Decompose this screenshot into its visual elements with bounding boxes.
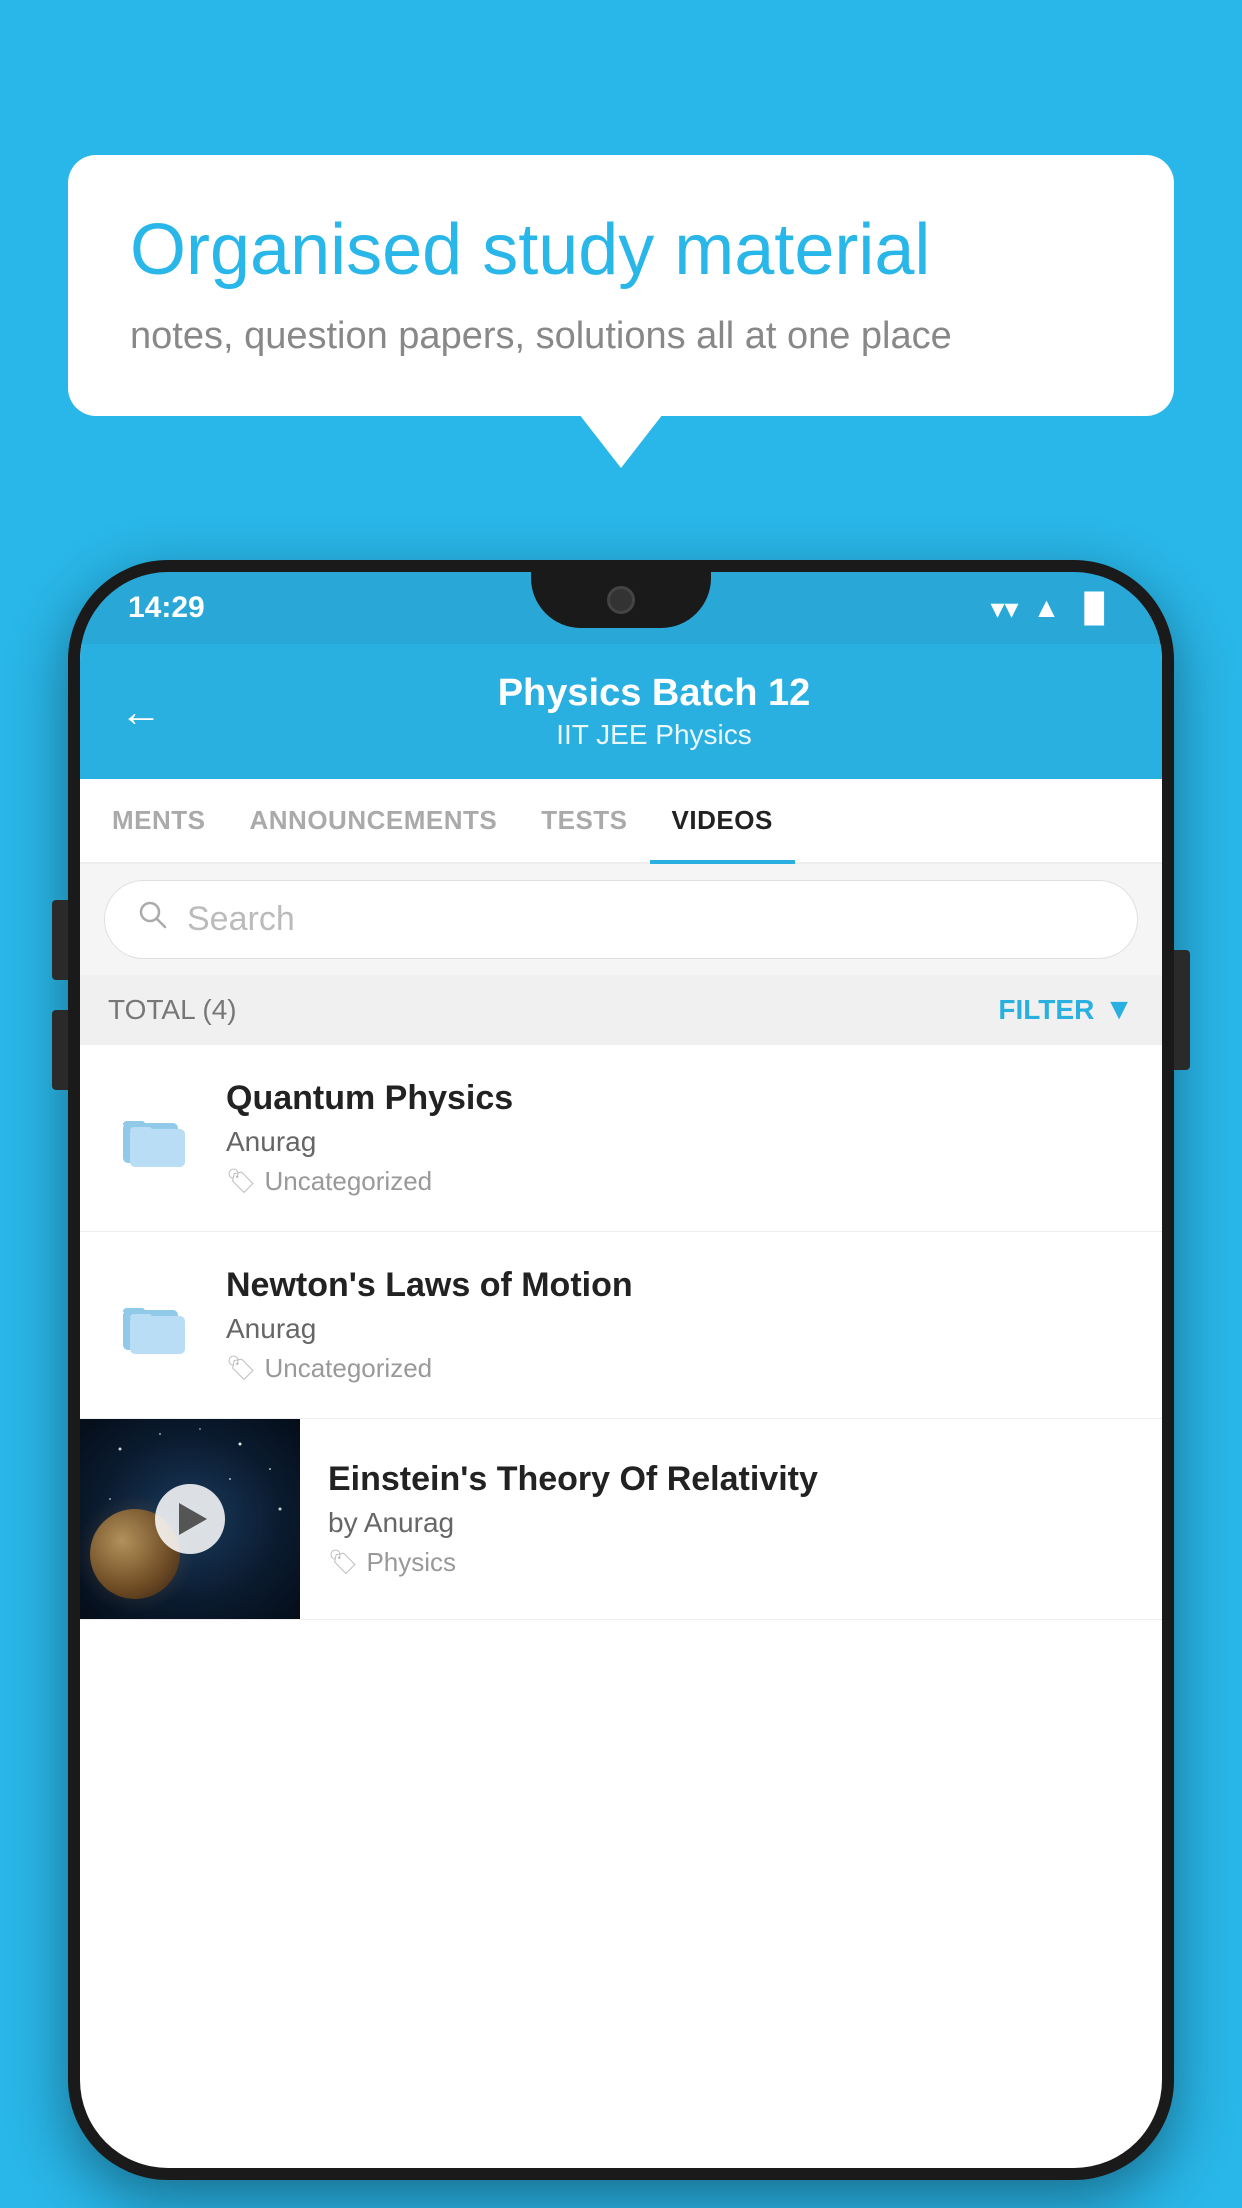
tabs-bar: MENTS ANNOUNCEMENTS TESTS VIDEOS [80,779,1162,864]
tag-icon: 🏷 [226,1354,256,1383]
play-button[interactable] [155,1484,225,1554]
video-thumbnail [80,1419,300,1619]
filter-icon: ▼ [1104,993,1134,1027]
tab-videos[interactable]: VIDEOS [650,779,795,862]
tag-label: Uncategorized [264,1353,432,1384]
video-title: Einstein's Theory Of Relativity [328,1460,1134,1499]
batch-subtitle: IIT JEE Physics [186,719,1122,751]
phone-button-vol-up [52,900,68,980]
video-author: by Anurag [328,1507,1134,1539]
video-list: Quantum Physics Anurag 🏷 Uncategorized [80,1045,1162,1620]
list-item[interactable]: Quantum Physics Anurag 🏷 Uncategorized [80,1045,1162,1232]
tag-icon: 🏷 [226,1167,256,1196]
phone-button-power [1174,950,1190,1070]
video-info: Quantum Physics Anurag 🏷 Uncategorized [226,1079,1134,1197]
bubble-subtitle: notes, question papers, solutions all at… [130,315,1112,358]
battery-icon: ▐▌ [1074,592,1114,624]
filter-label: FILTER [998,994,1094,1026]
list-item[interactable]: Einstein's Theory Of Relativity by Anura… [80,1419,1162,1620]
notch [531,572,711,628]
app-header: ← Physics Batch 12 IIT JEE Physics [80,644,1162,779]
play-icon [179,1503,207,1535]
back-button[interactable]: ← [120,688,162,736]
speech-bubble: Organised study material notes, question… [68,155,1174,416]
video-author: Anurag [226,1313,1134,1345]
list-item[interactable]: Newton's Laws of Motion Anurag 🏷 Uncateg… [80,1232,1162,1419]
header-title-block: Physics Batch 12 IIT JEE Physics [186,672,1122,751]
video-tag: 🏷 Uncategorized [226,1166,1134,1197]
video-title: Quantum Physics [226,1079,1134,1118]
phone-frame: 14:29 ▾▾ ▲ ▐▌ ← Physics Batch 12 IIT JEE… [68,560,1174,2180]
tag-icon: 🏷 [328,1548,358,1577]
batch-title: Physics Batch 12 [186,672,1122,715]
total-count: TOTAL (4) [108,994,237,1026]
tab-announcements[interactable]: ANNOUNCEMENTS [228,779,520,862]
filter-button[interactable]: FILTER ▼ [998,993,1134,1027]
tag-label: Uncategorized [264,1166,432,1197]
thumbnail-bg [80,1419,300,1619]
camera [607,586,635,614]
search-box[interactable]: Search [104,880,1138,959]
tag-label: Physics [366,1547,456,1578]
search-icon [137,899,169,940]
phone-screen: 14:29 ▾▾ ▲ ▐▌ ← Physics Batch 12 IIT JEE… [80,572,1162,2168]
folder-icon [108,1280,198,1370]
filter-bar: TOTAL (4) FILTER ▼ [80,975,1162,1045]
signal-icon: ▲ [1033,592,1061,624]
video-tag: 🏷 Uncategorized [226,1353,1134,1384]
video-title: Newton's Laws of Motion [226,1266,1134,1305]
status-icons: ▾▾ ▲ ▐▌ [990,592,1114,625]
status-time: 14:29 [128,591,205,625]
video-tag: 🏷 Physics [328,1547,1134,1578]
search-placeholder: Search [187,900,295,939]
tab-ments[interactable]: MENTS [90,779,228,862]
status-bar: 14:29 ▾▾ ▲ ▐▌ [80,572,1162,644]
tab-tests[interactable]: TESTS [519,779,649,862]
folder-icon [108,1093,198,1183]
video-info: Einstein's Theory Of Relativity by Anura… [328,1432,1134,1606]
screen-content: ← Physics Batch 12 IIT JEE Physics MENTS… [80,644,1162,2168]
video-author: Anurag [226,1126,1134,1158]
video-info: Newton's Laws of Motion Anurag 🏷 Uncateg… [226,1266,1134,1384]
wifi-icon: ▾▾ [990,592,1018,625]
search-container: Search [80,864,1162,975]
phone-button-vol-down [52,1010,68,1090]
bubble-title: Organised study material [130,207,1112,293]
